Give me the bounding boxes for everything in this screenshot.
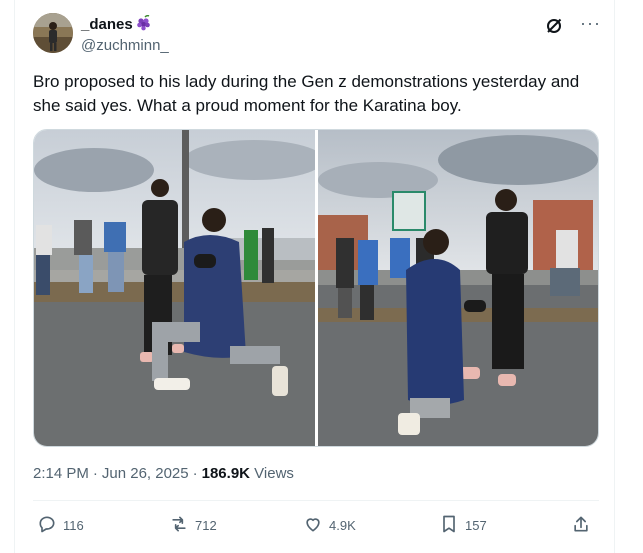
like-button[interactable]: 4.9K xyxy=(303,514,356,537)
share-upload-icon xyxy=(571,514,591,537)
heart-icon xyxy=(303,514,323,537)
tweet-text: Bro proposed to his lady during the Gen … xyxy=(33,72,580,115)
share-button[interactable] xyxy=(571,514,591,537)
more-dots-icon[interactable]: ··· xyxy=(580,13,601,34)
repost-count: 712 xyxy=(195,518,217,533)
reply-button[interactable]: 116 xyxy=(37,514,84,537)
bookmark-icon xyxy=(439,514,459,537)
divider xyxy=(33,500,599,501)
tweet-date[interactable]: Jun 26, 2025 xyxy=(102,465,189,482)
media-grid xyxy=(33,129,599,447)
views-label: Views xyxy=(254,465,294,482)
photo-left[interactable] xyxy=(34,130,315,446)
avatar-photo xyxy=(33,13,73,53)
avatar[interactable] xyxy=(33,13,73,53)
tweet-header: _danes @zuchminn_ ··· xyxy=(33,13,603,57)
like-count: 4.9K xyxy=(329,518,356,533)
author-handle[interactable]: @zuchminn_ xyxy=(81,36,169,56)
tweet-meta: 2:14 PM · Jun 26, 2025 · 186.9K Views xyxy=(33,465,294,482)
views-count: 186.9K xyxy=(201,465,250,482)
repost-arrows-icon xyxy=(169,514,189,537)
reply-bubble-icon xyxy=(37,514,57,537)
meta-separator-2: · xyxy=(192,465,198,482)
meta-separator: · xyxy=(92,465,98,482)
repost-button[interactable]: 712 xyxy=(169,514,217,537)
action-bar: 116 712 4.9K 157 xyxy=(33,514,599,542)
bookmark-button[interactable]: 157 xyxy=(439,514,487,537)
tweet-card: _danes @zuchminn_ ··· Bro proposed to hi… xyxy=(0,0,643,553)
reply-count: 116 xyxy=(63,518,84,533)
photo-right[interactable] xyxy=(318,130,598,446)
display-name: _danes xyxy=(81,16,133,33)
tweet-time[interactable]: 2:14 PM xyxy=(33,465,89,482)
author-names: _danes @zuchminn_ xyxy=(81,14,169,56)
display-name-link[interactable]: _danes xyxy=(81,14,169,36)
grok-slash-icon[interactable] xyxy=(545,17,563,35)
grape-icon xyxy=(136,14,152,36)
bookmark-count: 157 xyxy=(465,518,487,533)
